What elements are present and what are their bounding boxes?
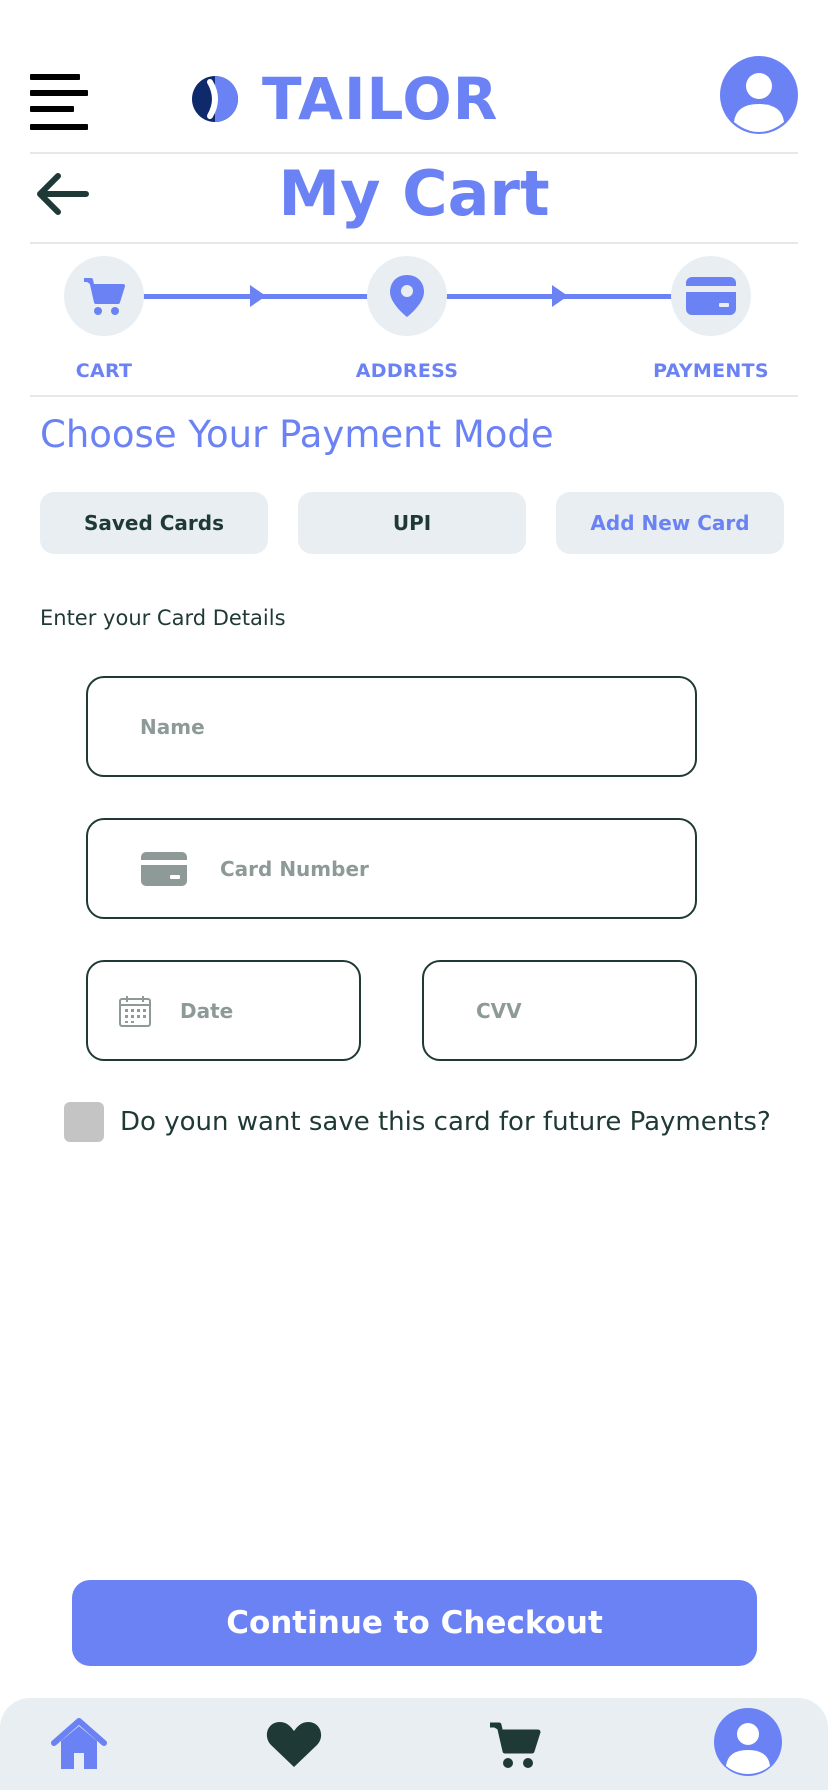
name-field[interactable]: Name [86, 676, 697, 777]
calendar-icon [119, 995, 151, 1027]
profile-icon[interactable] [714, 1708, 782, 1776]
brand-name: TAILOR [262, 65, 499, 133]
name-placeholder: Name [140, 714, 205, 739]
payment-mode-title: Choose Your Payment Mode [40, 413, 554, 456]
stepper-arrow-2 [552, 285, 568, 307]
cart-icon [84, 278, 125, 315]
step-label-address: ADDRESS [355, 360, 459, 382]
logo-mark-icon [192, 76, 238, 122]
cvv-field[interactable]: CVV [422, 960, 697, 1061]
step-label-payments: PAYMENTS [653, 360, 769, 382]
location-pin-icon [390, 275, 424, 317]
card-number-placeholder: Card Number [220, 856, 369, 881]
save-card-label: Do youn want save this card for future P… [120, 1107, 771, 1137]
credit-card-icon [141, 851, 187, 886]
date-field[interactable]: Date [86, 960, 361, 1061]
step-payments[interactable] [671, 256, 751, 336]
cart-icon[interactable] [486, 1716, 544, 1772]
profile-avatar-button[interactable] [720, 56, 798, 134]
save-card-checkbox[interactable] [64, 1102, 104, 1142]
page-title: My Cart [278, 157, 550, 230]
app-logo: TAILOR [190, 64, 498, 134]
tab-saved-cards[interactable]: Saved Cards [40, 492, 268, 554]
credit-card-icon [686, 277, 736, 315]
continue-checkout-button[interactable]: Continue to Checkout [72, 1580, 757, 1666]
card-details-label: Enter your Card Details [40, 606, 286, 630]
home-icon[interactable] [50, 1716, 108, 1772]
card-number-field[interactable]: Card Number [86, 818, 697, 919]
step-address[interactable] [367, 256, 447, 336]
date-placeholder: Date [180, 998, 234, 1023]
cvv-placeholder: CVV [476, 998, 522, 1023]
stepper-divider [30, 395, 798, 397]
stepper-arrow-1 [250, 285, 266, 307]
user-icon [734, 73, 784, 132]
bottom-navigation [0, 1698, 828, 1790]
tab-upi[interactable]: UPI [298, 492, 526, 554]
tab-add-new-card[interactable]: Add New Card [556, 492, 784, 554]
step-label-cart: CART [75, 360, 133, 382]
hamburger-menu-icon[interactable] [30, 74, 88, 134]
step-cart[interactable] [64, 256, 144, 336]
header-divider [30, 152, 798, 154]
title-divider [30, 242, 798, 244]
heart-icon[interactable] [264, 1718, 324, 1770]
